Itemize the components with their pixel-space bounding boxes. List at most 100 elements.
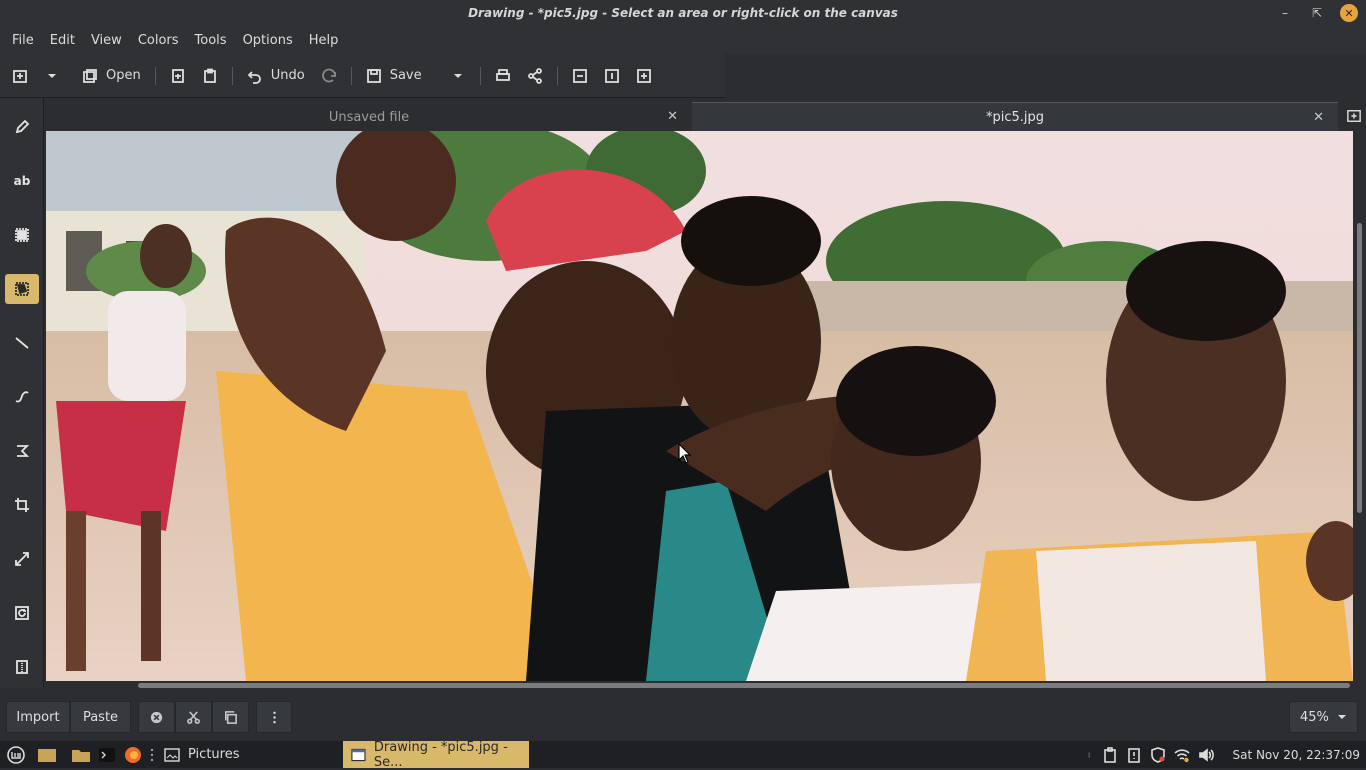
tool-text[interactable]: ab bbox=[5, 166, 39, 196]
volume-icon[interactable] bbox=[1198, 747, 1214, 763]
grip-icon bbox=[1088, 752, 1090, 757]
menu-edit[interactable]: Edit bbox=[42, 33, 83, 48]
share-button[interactable] bbox=[519, 60, 551, 92]
import-icon bbox=[171, 68, 184, 83]
maximize-icon[interactable]: ⇱ bbox=[1308, 4, 1326, 22]
close-icon[interactable]: ✕ bbox=[1340, 4, 1358, 22]
rotate-icon bbox=[15, 606, 29, 620]
scale-icon bbox=[15, 552, 29, 566]
tool-line[interactable] bbox=[5, 328, 39, 358]
new-menu-button[interactable] bbox=[36, 60, 68, 92]
more-options-button[interactable] bbox=[256, 701, 292, 733]
undo-icon bbox=[247, 70, 261, 84]
print-button[interactable] bbox=[487, 60, 519, 92]
mouse-cursor-icon bbox=[678, 442, 692, 469]
open-icon bbox=[83, 68, 97, 83]
menu-colors[interactable]: Colors bbox=[130, 33, 187, 48]
bottom-bar: Import Paste 45% bbox=[0, 691, 1366, 741]
zoom-in-icon bbox=[636, 68, 651, 83]
filters-icon bbox=[16, 660, 28, 674]
task-pictures-label: Pictures bbox=[188, 747, 240, 762]
menu-tools[interactable]: Tools bbox=[187, 33, 235, 48]
menu-view[interactable]: View bbox=[83, 33, 130, 48]
terminal-launcher[interactable] bbox=[96, 741, 118, 768]
files-launcher[interactable] bbox=[66, 741, 96, 768]
menu-file[interactable]: File bbox=[4, 33, 42, 48]
open-button[interactable]: Open bbox=[74, 60, 149, 92]
redo-button[interactable] bbox=[313, 60, 345, 92]
toolbar-separator bbox=[154, 66, 156, 85]
photo-image bbox=[46, 131, 1353, 681]
tab-bar: Unsaved file ✕ *pic5.jpg ✕ bbox=[46, 102, 1366, 132]
undo-button[interactable]: Undo bbox=[239, 60, 313, 92]
import-label: Import bbox=[16, 709, 60, 725]
tool-filters[interactable] bbox=[5, 652, 39, 682]
tool-shape[interactable] bbox=[5, 436, 39, 466]
paste-label: Paste bbox=[82, 709, 119, 725]
firefox-icon bbox=[125, 746, 141, 763]
paste-button[interactable]: Paste bbox=[70, 701, 131, 733]
show-desktop-button[interactable] bbox=[32, 741, 62, 768]
shield-icon[interactable] bbox=[1150, 746, 1166, 763]
image-viewer-icon bbox=[164, 747, 180, 762]
zoom-original-button[interactable] bbox=[596, 60, 628, 92]
clipboard-button[interactable] bbox=[194, 60, 226, 92]
system-taskbar: Pictures Drawing - *pic5.jpg - Se... Sat… bbox=[0, 740, 1366, 770]
save-icon bbox=[366, 68, 381, 83]
zoom-out-button[interactable] bbox=[564, 60, 596, 92]
save-menu-button[interactable] bbox=[442, 60, 474, 92]
zoom-dropdown[interactable]: 45% bbox=[1289, 701, 1358, 733]
start-menu-button[interactable] bbox=[0, 741, 32, 768]
save-button[interactable]: Save bbox=[358, 60, 430, 92]
toolbar-separator bbox=[479, 66, 481, 85]
minimize-icon[interactable]: – bbox=[1276, 4, 1294, 22]
new-window-button[interactable] bbox=[1344, 105, 1364, 127]
clipboard-icon bbox=[203, 68, 216, 83]
unselect-button[interactable] bbox=[138, 701, 175, 733]
clock[interactable]: Sat Nov 20, 22:37:09 bbox=[1232, 741, 1360, 768]
pencil-icon bbox=[15, 119, 30, 134]
tab-pic5[interactable]: *pic5.jpg ✕ bbox=[692, 102, 1338, 132]
vertical-scrollbar[interactable] bbox=[1354, 131, 1366, 681]
copy-button[interactable] bbox=[212, 701, 249, 733]
menu-help[interactable]: Help bbox=[301, 33, 347, 48]
notes-icon[interactable] bbox=[1126, 747, 1142, 763]
tool-scale[interactable] bbox=[5, 544, 39, 574]
desktop-icon bbox=[38, 748, 56, 762]
menu-options[interactable]: Options bbox=[235, 33, 301, 48]
horizontal-scrollbar[interactable] bbox=[46, 681, 1353, 691]
new-image-button[interactable] bbox=[0, 60, 36, 92]
new-tab-icon bbox=[1347, 110, 1361, 122]
zoom-in-button[interactable] bbox=[628, 60, 660, 92]
window-title: Drawing - *pic5.jpg - Select an area or … bbox=[468, 6, 898, 20]
clipboard-manager-icon[interactable] bbox=[1102, 746, 1118, 763]
drawing-canvas[interactable] bbox=[46, 131, 1353, 681]
wifi-icon[interactable] bbox=[1174, 747, 1190, 763]
toolbar-empty-area bbox=[725, 54, 1366, 98]
tool-crop[interactable] bbox=[5, 490, 39, 520]
title-bar: Drawing - *pic5.jpg - Select an area or … bbox=[0, 0, 1366, 26]
crop-icon bbox=[15, 498, 29, 512]
vertical-scroll-thumb[interactable] bbox=[1357, 223, 1362, 513]
import-toolbar-button[interactable] bbox=[162, 60, 194, 92]
firefox-launcher[interactable] bbox=[118, 741, 148, 768]
close-tab-icon[interactable]: ✕ bbox=[667, 109, 678, 124]
taskbar-handle bbox=[148, 741, 156, 768]
import-button[interactable]: Import bbox=[6, 701, 70, 733]
tab-unsaved-file[interactable]: Unsaved file ✕ bbox=[46, 102, 692, 132]
tool-rectangle-select[interactable] bbox=[5, 220, 39, 250]
task-pictures[interactable]: Pictures bbox=[156, 741, 239, 768]
zoom-value: 45% bbox=[1300, 709, 1329, 725]
tool-rotate[interactable] bbox=[5, 598, 39, 628]
horizontal-scroll-thumb[interactable] bbox=[138, 683, 1350, 688]
cut-button[interactable] bbox=[175, 701, 212, 733]
vertical-dots-icon bbox=[272, 711, 276, 723]
tool-curve[interactable] bbox=[5, 382, 39, 412]
tool-pencil[interactable] bbox=[5, 112, 39, 142]
new-image-icon bbox=[13, 69, 27, 83]
rect-select-icon bbox=[15, 228, 29, 242]
tool-free-select[interactable] bbox=[5, 274, 39, 304]
scissors-icon bbox=[187, 710, 200, 724]
close-tab-icon[interactable]: ✕ bbox=[1313, 110, 1324, 125]
task-drawing[interactable]: Drawing - *pic5.jpg - Se... bbox=[343, 740, 529, 770]
